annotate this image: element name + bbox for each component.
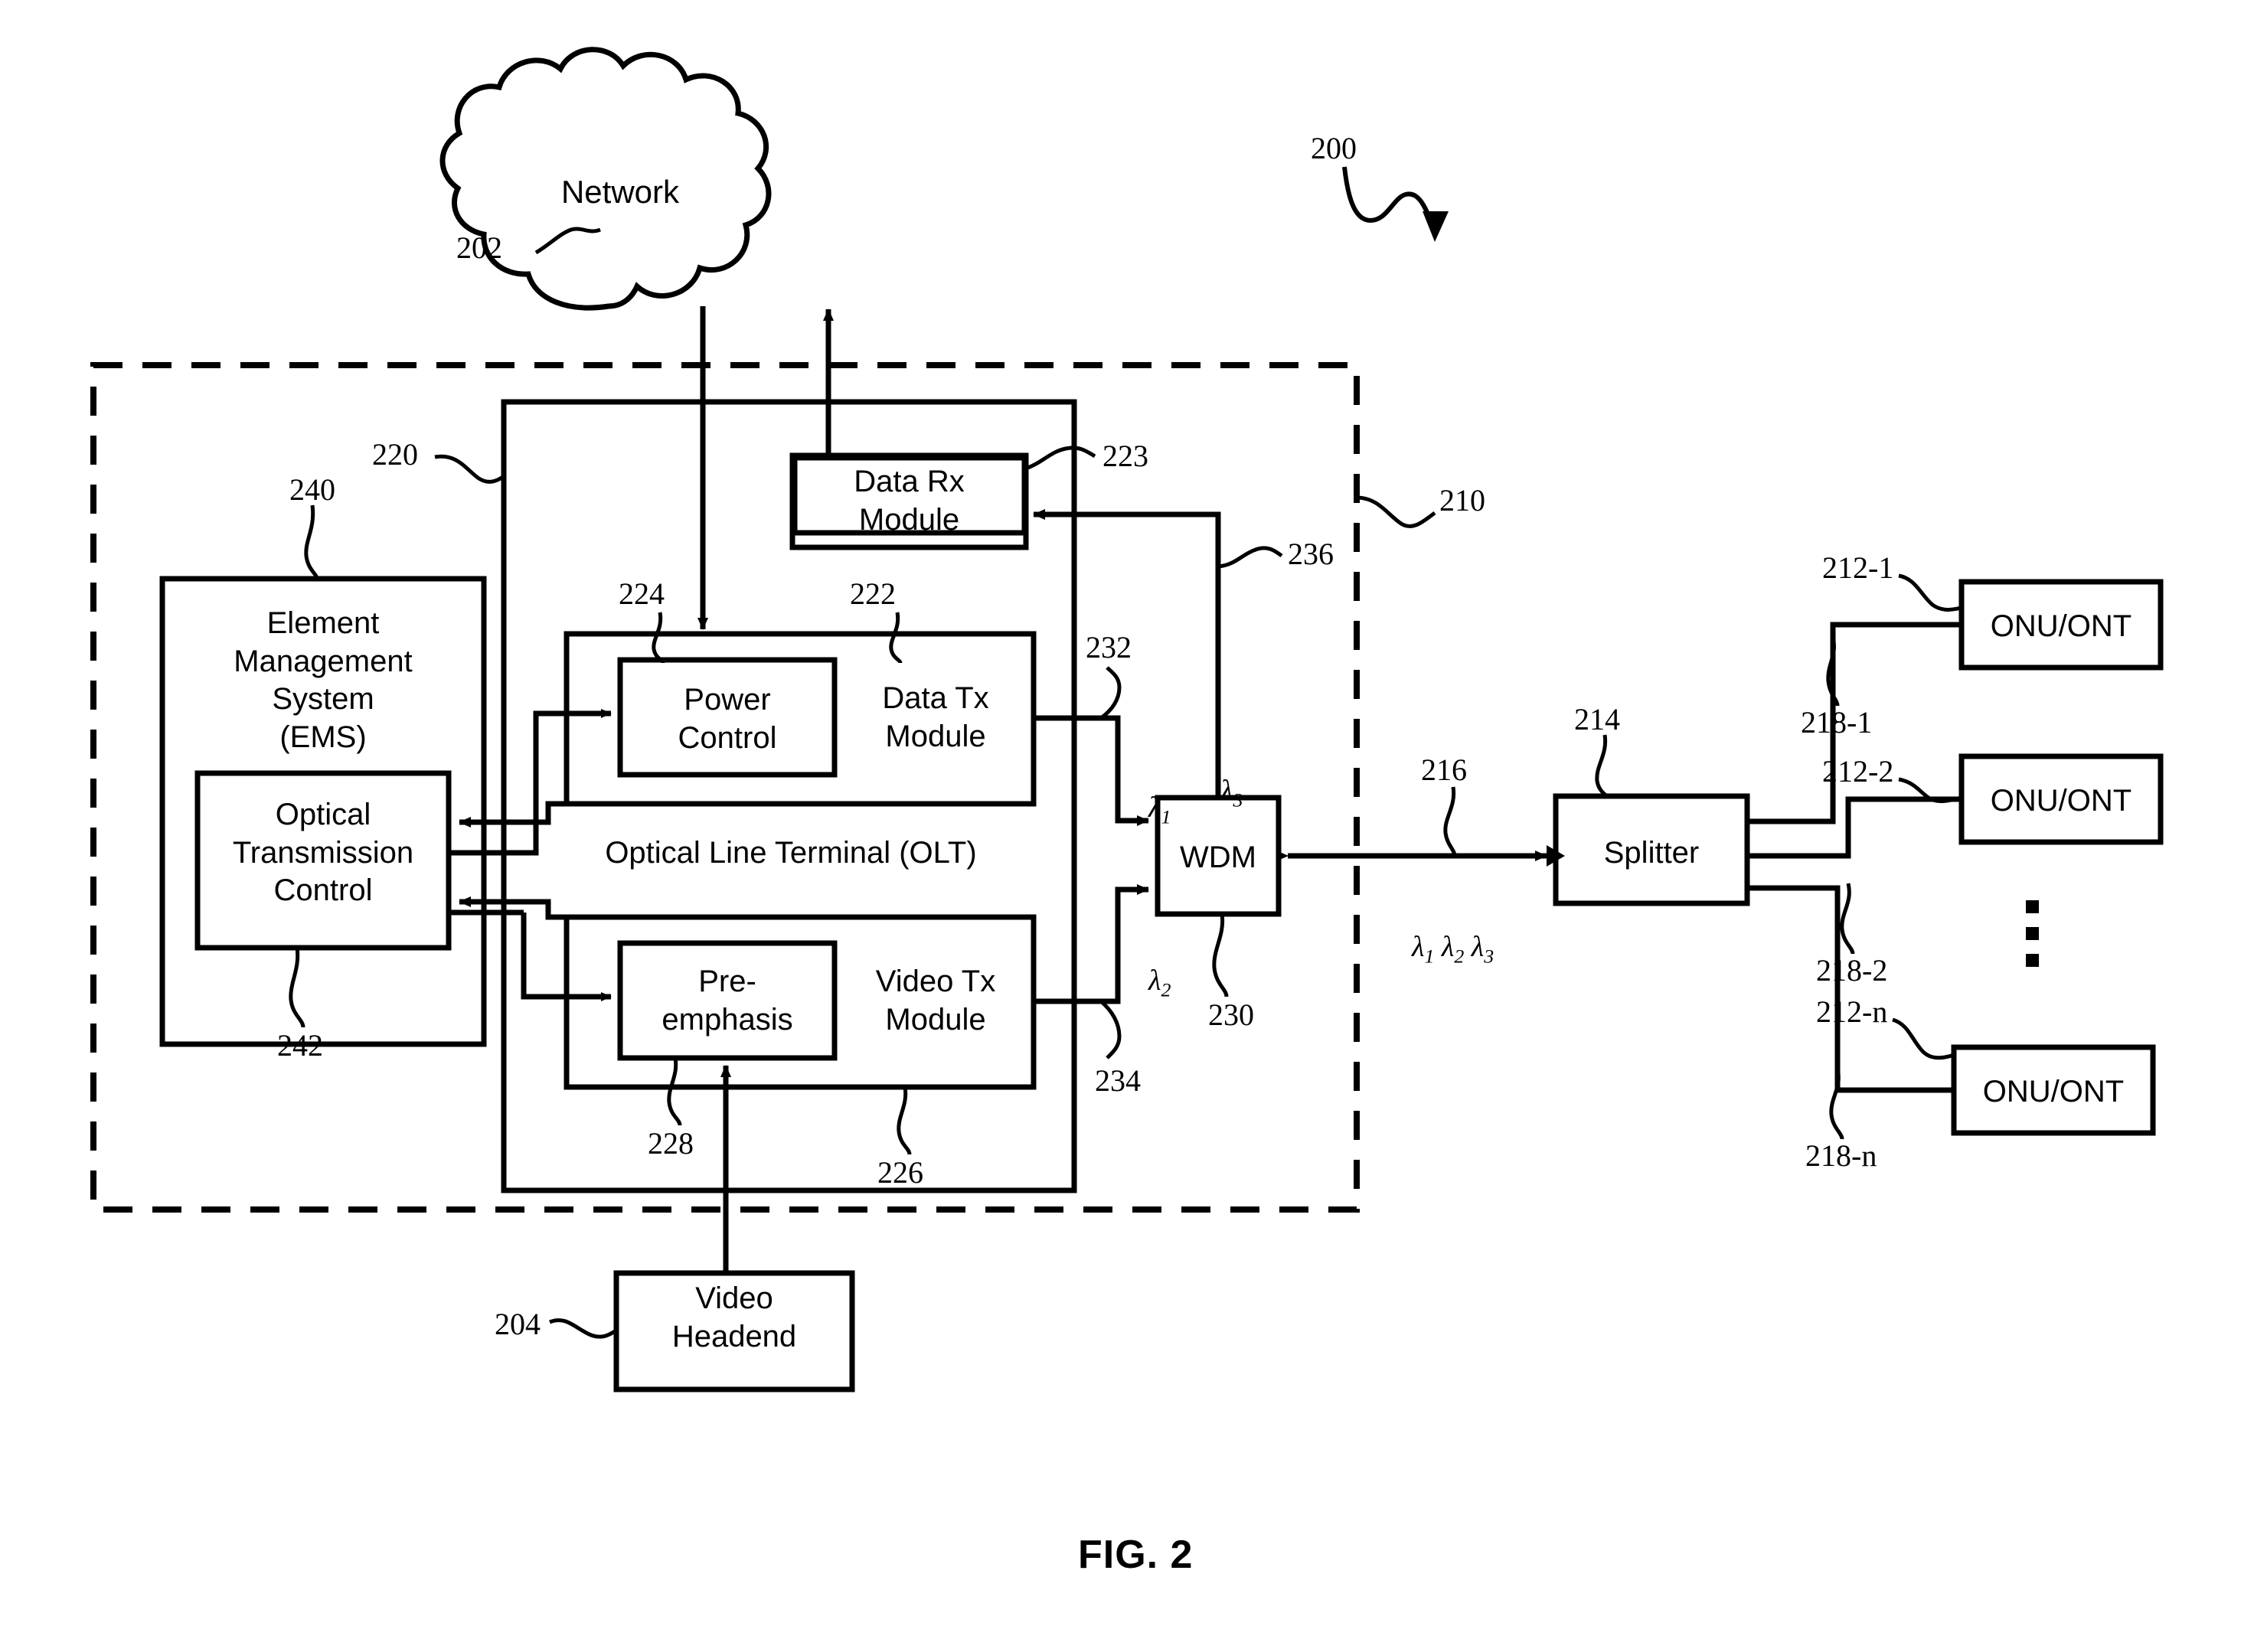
ref-212-n: 212-n <box>1816 994 1888 1029</box>
lambda2-label: λ2 <box>1148 965 1171 1001</box>
optical-transmission-control-label: Optical Transmission Control <box>232 798 414 908</box>
ref-234: 234 <box>1095 1063 1141 1098</box>
ref-204: 204 <box>495 1307 541 1341</box>
onu-ont-label-2: ONU/ONT <box>1990 784 2132 818</box>
figure-caption: FIG. 2 <box>1078 1533 1194 1577</box>
ref-214: 214 <box>1574 702 1620 736</box>
ref-210: 210 <box>1439 483 1485 517</box>
vertical-ellipsis-icon <box>2026 900 2039 967</box>
data-tx-module-label: Data Tx Module <box>882 681 989 753</box>
ref-218-1: 218-1 <box>1801 705 1873 739</box>
ref-200: 200 <box>1311 131 1357 165</box>
ref-242: 242 <box>277 1028 323 1063</box>
power-control-label: Power Control <box>678 683 777 755</box>
pre-emphasis-label: Pre- emphasis <box>662 965 793 1037</box>
ref-216: 216 <box>1421 753 1467 787</box>
ref-218-n: 218-n <box>1805 1138 1877 1173</box>
onu-ont-label-1: ONU/ONT <box>1990 609 2132 643</box>
ref-223: 223 <box>1102 439 1148 473</box>
olt-label: Optical Line Terminal (OLT) <box>605 836 977 870</box>
ref-212-1: 212-1 <box>1822 550 1894 585</box>
ref-218-2: 218-2 <box>1816 953 1888 988</box>
ems-label: Element Management System (EMS) <box>234 606 413 754</box>
video-headend-label: Video Headend <box>671 1281 797 1353</box>
network-label: Network <box>560 174 680 210</box>
ref-220: 220 <box>372 437 418 472</box>
ref-240: 240 <box>289 472 335 507</box>
video-tx-module-label: Video Tx Module <box>875 965 996 1037</box>
ref-202: 202 <box>456 230 502 265</box>
ref-228: 228 <box>648 1126 694 1161</box>
patent-figure-page: Network 202 200 210 Optical Line Termina… <box>0 0 2254 1652</box>
ref-222: 222 <box>850 576 896 611</box>
feeder-wavelengths-label: λ1 λ2 λ3 <box>1412 931 1494 968</box>
ref-224: 224 <box>619 576 665 611</box>
lambda1-label: λ1 <box>1148 792 1171 828</box>
splitter-label: Splitter <box>1603 836 1700 870</box>
lambda3-label: λ3 <box>1220 775 1243 811</box>
ref-232: 232 <box>1086 630 1132 664</box>
onu-ont-label-n: ONU/ONT <box>1982 1075 2125 1108</box>
ref-230: 230 <box>1208 997 1254 1032</box>
ref-236: 236 <box>1288 537 1334 571</box>
ref-212-2: 212-2 <box>1822 754 1894 788</box>
data-rx-module-label: Data Rx Module <box>854 465 965 537</box>
ref-226: 226 <box>877 1155 923 1190</box>
